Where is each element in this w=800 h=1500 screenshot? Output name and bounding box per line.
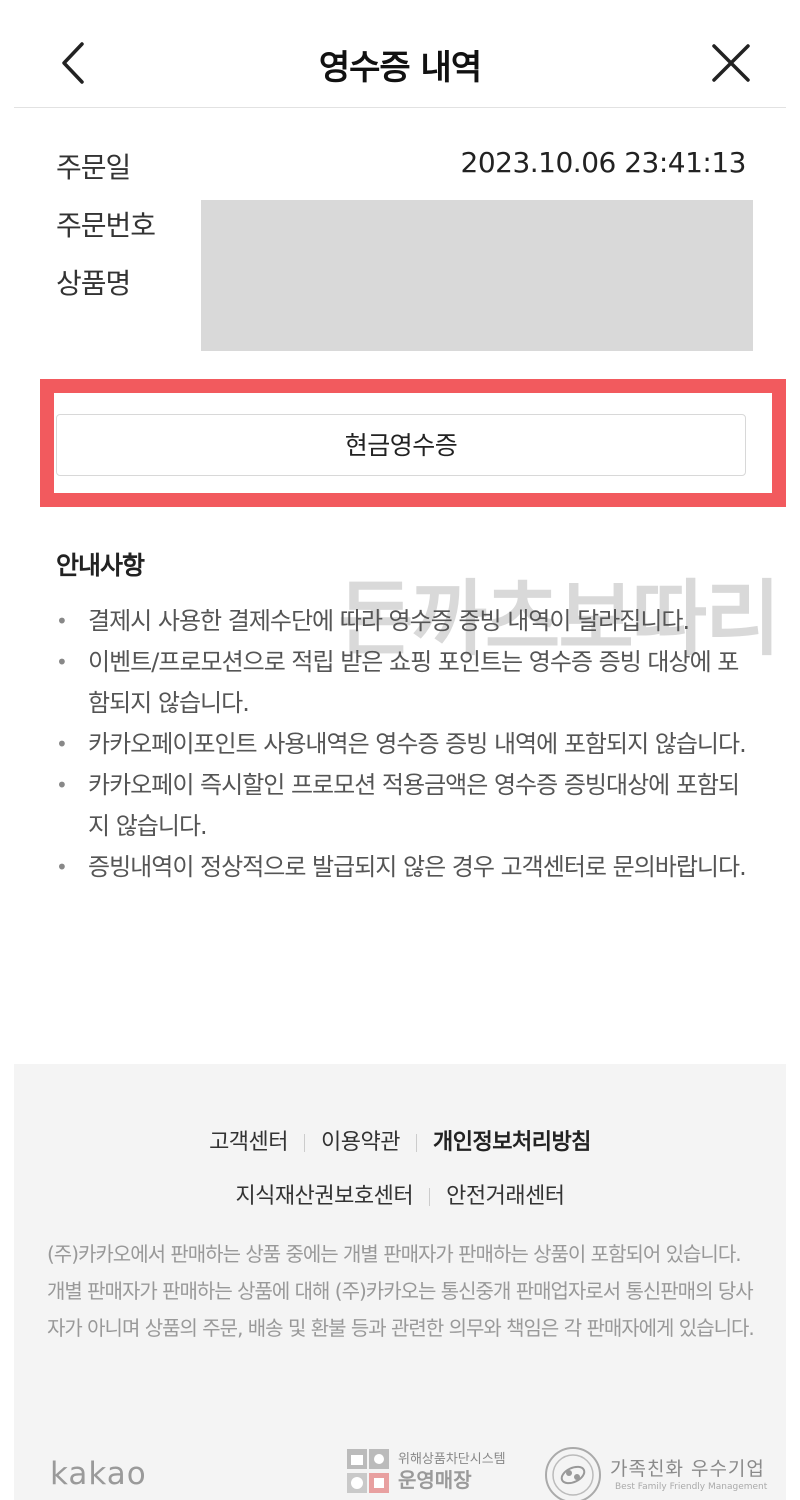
page-title: 영수증 내역	[318, 48, 482, 88]
badge2-bottom-text: Best Family Friendly Management	[615, 1482, 768, 1492]
notice-title: 안내사항	[56, 551, 145, 580]
terms-link[interactable]: 이용약관	[321, 1130, 400, 1155]
safe-trade-link[interactable]: 안전거래센터	[446, 1184, 565, 1209]
redacted-area	[201, 200, 753, 351]
notice-item: 결제시 사용한 결제수단에 따라 영수증 증빙 내역이 달라집니다.	[56, 601, 756, 642]
system-badge-icon	[347, 1449, 389, 1493]
notice-item: 카카오페이포인트 사용내역은 영수증 증빙 내역에 포함되지 않습니다.	[56, 724, 756, 765]
close-icon	[712, 44, 750, 82]
customer-center-link[interactable]: 고객센터	[209, 1130, 288, 1155]
ip-protection-link[interactable]: 지식재산권보호센터	[235, 1184, 413, 1209]
family-friendly-badge: 가족친화 우수기업 Best Family Friendly Managemen…	[544, 1444, 779, 1500]
cash-receipt-button[interactable]: 현금영수증	[56, 414, 746, 476]
footer-links-row1: 고객센터 이용약관 개인정보처리방침	[14, 1124, 786, 1156]
divider	[304, 1134, 306, 1152]
order-date-label: 주문일	[56, 151, 131, 184]
kakao-logo: kakao	[50, 1456, 147, 1492]
divider	[429, 1188, 431, 1206]
badge2-top-text: 가족친화 우수기업	[610, 1458, 765, 1480]
family-friendly-seal-icon	[545, 1447, 601, 1500]
badge1-bottom-text: 운영매장	[398, 1468, 472, 1492]
disclaimer-text: (주)카카오에서 판매하는 상품 중에는 개별 판매자가 판매하는 상품이 포함…	[47, 1242, 755, 1340]
harmful-product-badge: 위해상품차단시스템 운영매장	[346, 1448, 521, 1500]
notice-list: 결제시 사용한 결제수단에 따라 영수증 증빙 내역이 달라집니다. 이벤트/프…	[56, 601, 756, 888]
order-number-label: 주문번호	[56, 209, 156, 242]
divider	[416, 1134, 417, 1152]
order-date-value: 2023.10.06 23:41:13	[460, 146, 747, 179]
notice-item: 이벤트/프로모션으로 적립 받은 쇼핑 포인트는 영수증 증빙 대상에 포함되지…	[56, 642, 756, 724]
notice-item: 증빙내역이 정상적으로 발급되지 않은 경우 고객센터로 문의바랍니다.	[56, 847, 756, 888]
footer-links-row2: 지식재산권보호센터 안전거래센터	[14, 1178, 786, 1210]
privacy-policy-link[interactable]: 개인정보처리방침	[433, 1130, 591, 1155]
product-name-label: 상품명	[56, 267, 131, 300]
header: 영수증 내역	[14, 0, 786, 108]
notice-item: 카카오페이 즉시할인 프로모션 적용금액은 영수증 증빙대상에 포함되지 않습니…	[56, 765, 756, 847]
close-button[interactable]	[706, 38, 756, 88]
footer: 고객센터 이용약관 개인정보처리방침 지식재산권보호센터 안전거래센터 (주)카카오에…	[14, 1064, 786, 1500]
